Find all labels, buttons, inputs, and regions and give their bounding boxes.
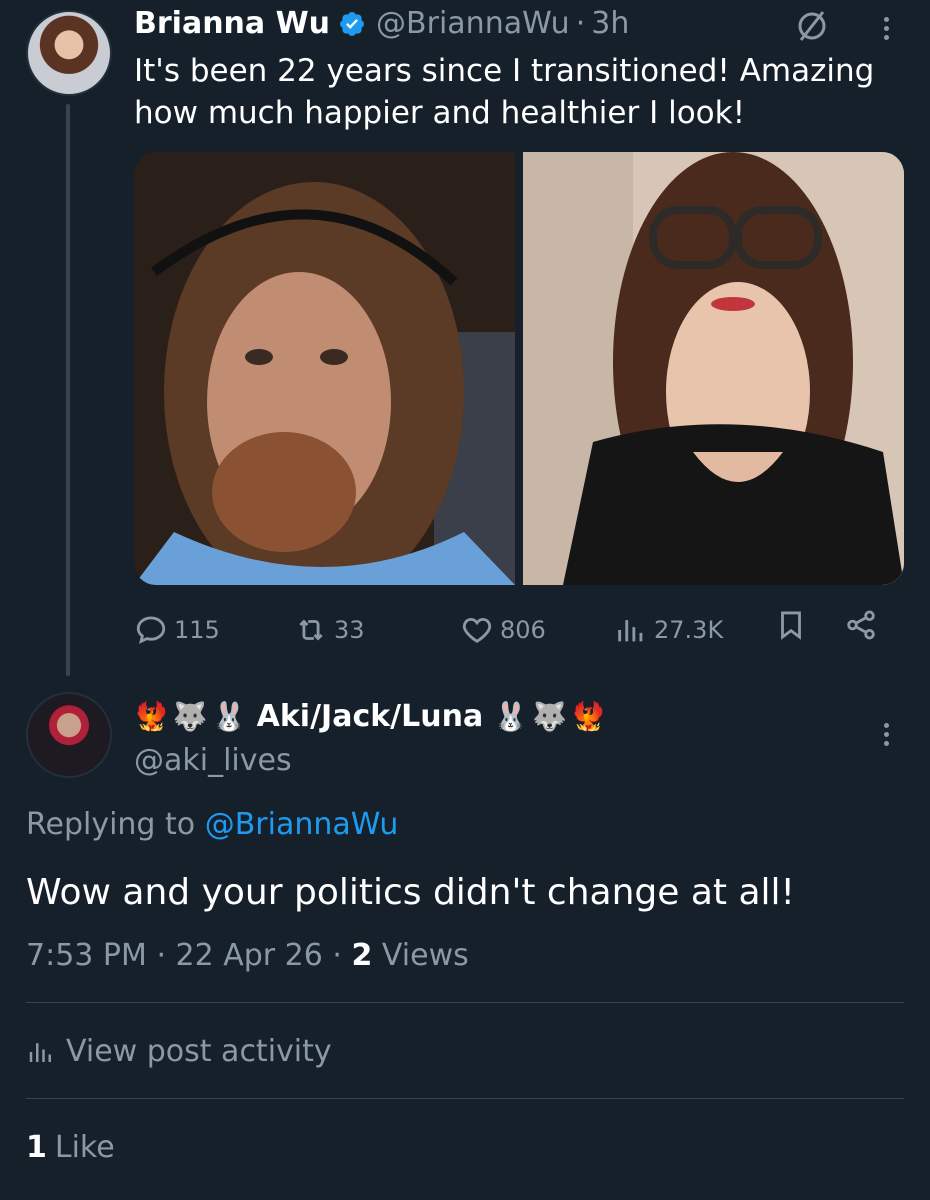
divider	[26, 1002, 904, 1003]
reply-button[interactable]: 115	[134, 608, 220, 652]
views-count: 27.3K	[654, 616, 724, 644]
reply-likes[interactable]: 1 Like	[26, 1126, 115, 1170]
wolf-emoji: 🐺	[532, 700, 567, 733]
rabbit-emoji: 🐰	[493, 700, 529, 733]
replying-to-label: Replying to	[26, 807, 196, 842]
heart-icon	[462, 617, 492, 643]
reply-likes-label: Like	[54, 1130, 115, 1165]
reply-text: Wow and your politics didn't change at a…	[26, 872, 795, 913]
phoenix-emoji: 🐦‍🔥	[134, 700, 169, 733]
replying-to-mention[interactable]: @BriannaWu	[205, 807, 399, 842]
analytics-icon	[618, 620, 643, 642]
more-icon[interactable]	[868, 716, 904, 752]
repost-count: 33	[334, 616, 365, 644]
repost-button[interactable]: 33	[294, 608, 365, 652]
views-button[interactable]: 27.3K	[614, 608, 723, 652]
rabbit-emoji: 🐰	[211, 700, 247, 733]
author-handle[interactable]: @BriannaWu	[376, 4, 570, 44]
verified-badge-icon	[340, 12, 365, 36]
reply-time[interactable]: 7:53 PM	[26, 938, 147, 973]
tweet-media-grid	[134, 152, 904, 585]
tweet-thread-view: Brianna Wu @BriannaWu · 3h It's been 22 …	[0, 0, 930, 1200]
separator-dot: ·	[156, 938, 166, 973]
view-post-activity-link[interactable]: View post activity	[26, 1030, 332, 1074]
separator-dot: ·	[332, 938, 342, 973]
reply-author-handle[interactable]: @aki_lives	[134, 740, 292, 782]
avatar-brianna[interactable]	[26, 10, 112, 96]
photo-left[interactable]	[134, 152, 515, 585]
repost-icon	[299, 619, 323, 641]
separator-dot: ·	[575, 6, 586, 41]
analytics-icon	[29, 1043, 51, 1062]
bookmark-icon	[781, 611, 801, 640]
tweet-action-bar: 115 33 806 27.3K	[134, 608, 894, 652]
more-icon[interactable]	[868, 10, 904, 46]
reply-views-count: 2	[351, 938, 373, 973]
reply-likes-count: 1	[26, 1130, 47, 1165]
divider	[26, 1098, 904, 1099]
wolf-emoji: 🐺	[172, 700, 208, 733]
phoenix-emoji: 🐦‍🔥	[570, 700, 606, 733]
avatar-aki[interactable]	[26, 692, 112, 778]
parent-tweet-text: It's been 22 years since I transitioned!…	[134, 53, 875, 131]
reply-views-label: Views	[381, 938, 469, 973]
view-post-activity-label: View post activity	[66, 1034, 332, 1069]
thread-connector-line	[66, 104, 70, 676]
like-count: 806	[500, 616, 546, 644]
parent-tweet-header: Brianna Wu @BriannaWu · 3h	[134, 4, 629, 44]
replying-to-line: Replying to @BriannaWu	[26, 804, 398, 846]
like-button[interactable]: 806	[460, 608, 546, 652]
tweet-time[interactable]: 3h	[591, 4, 629, 44]
reply-meta: 7:53 PM · 22 Apr 26 · 2 Views	[26, 934, 469, 978]
reply-author-name[interactable]: Aki/Jack/Luna	[257, 696, 484, 738]
share-button[interactable]	[844, 608, 878, 642]
grok-icon[interactable]	[790, 8, 834, 44]
author-name[interactable]: Brianna Wu	[134, 4, 330, 44]
reply-date[interactable]: 22 Apr 26	[176, 938, 323, 973]
bookmark-button[interactable]	[774, 608, 808, 642]
photo-right[interactable]	[523, 152, 904, 585]
reply-header: 🐦‍🔥 🐺 🐰 Aki/Jack/Luna 🐰 🐺 🐦‍🔥	[134, 696, 606, 738]
reply-icon	[136, 616, 166, 644]
share-icon	[847, 610, 875, 640]
reply-count: 115	[174, 616, 220, 644]
